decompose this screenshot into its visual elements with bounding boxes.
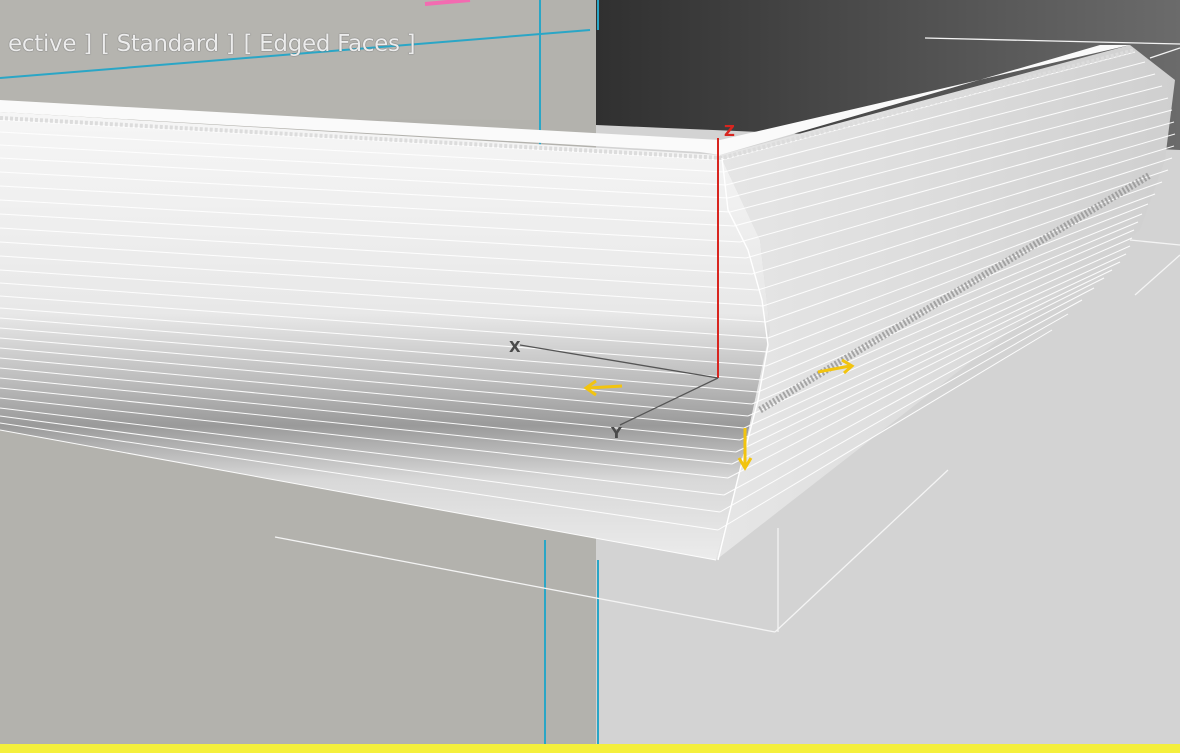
active-viewport-border bbox=[0, 744, 1180, 753]
viewport-label-shading[interactable]: [ Standard ] bbox=[101, 33, 235, 56]
gizmo-y-label: Y bbox=[610, 424, 623, 442]
perspective-viewport[interactable]: Z X Y ective ] [ Standard ] [ Edged Faces … bbox=[0, 0, 1180, 753]
gizmo-x-label: X bbox=[509, 338, 521, 356]
viewport-label-display[interactable]: [ Edged Faces ] bbox=[244, 33, 416, 56]
gizmo-z-label: Z bbox=[724, 122, 735, 140]
viewport-label[interactable]: ective ] [ Standard ] [ Edged Faces ] bbox=[0, 10, 424, 56]
viewport-scene: Z X Y bbox=[0, 0, 1180, 753]
viewport-label-view[interactable]: ective ] bbox=[8, 33, 92, 56]
